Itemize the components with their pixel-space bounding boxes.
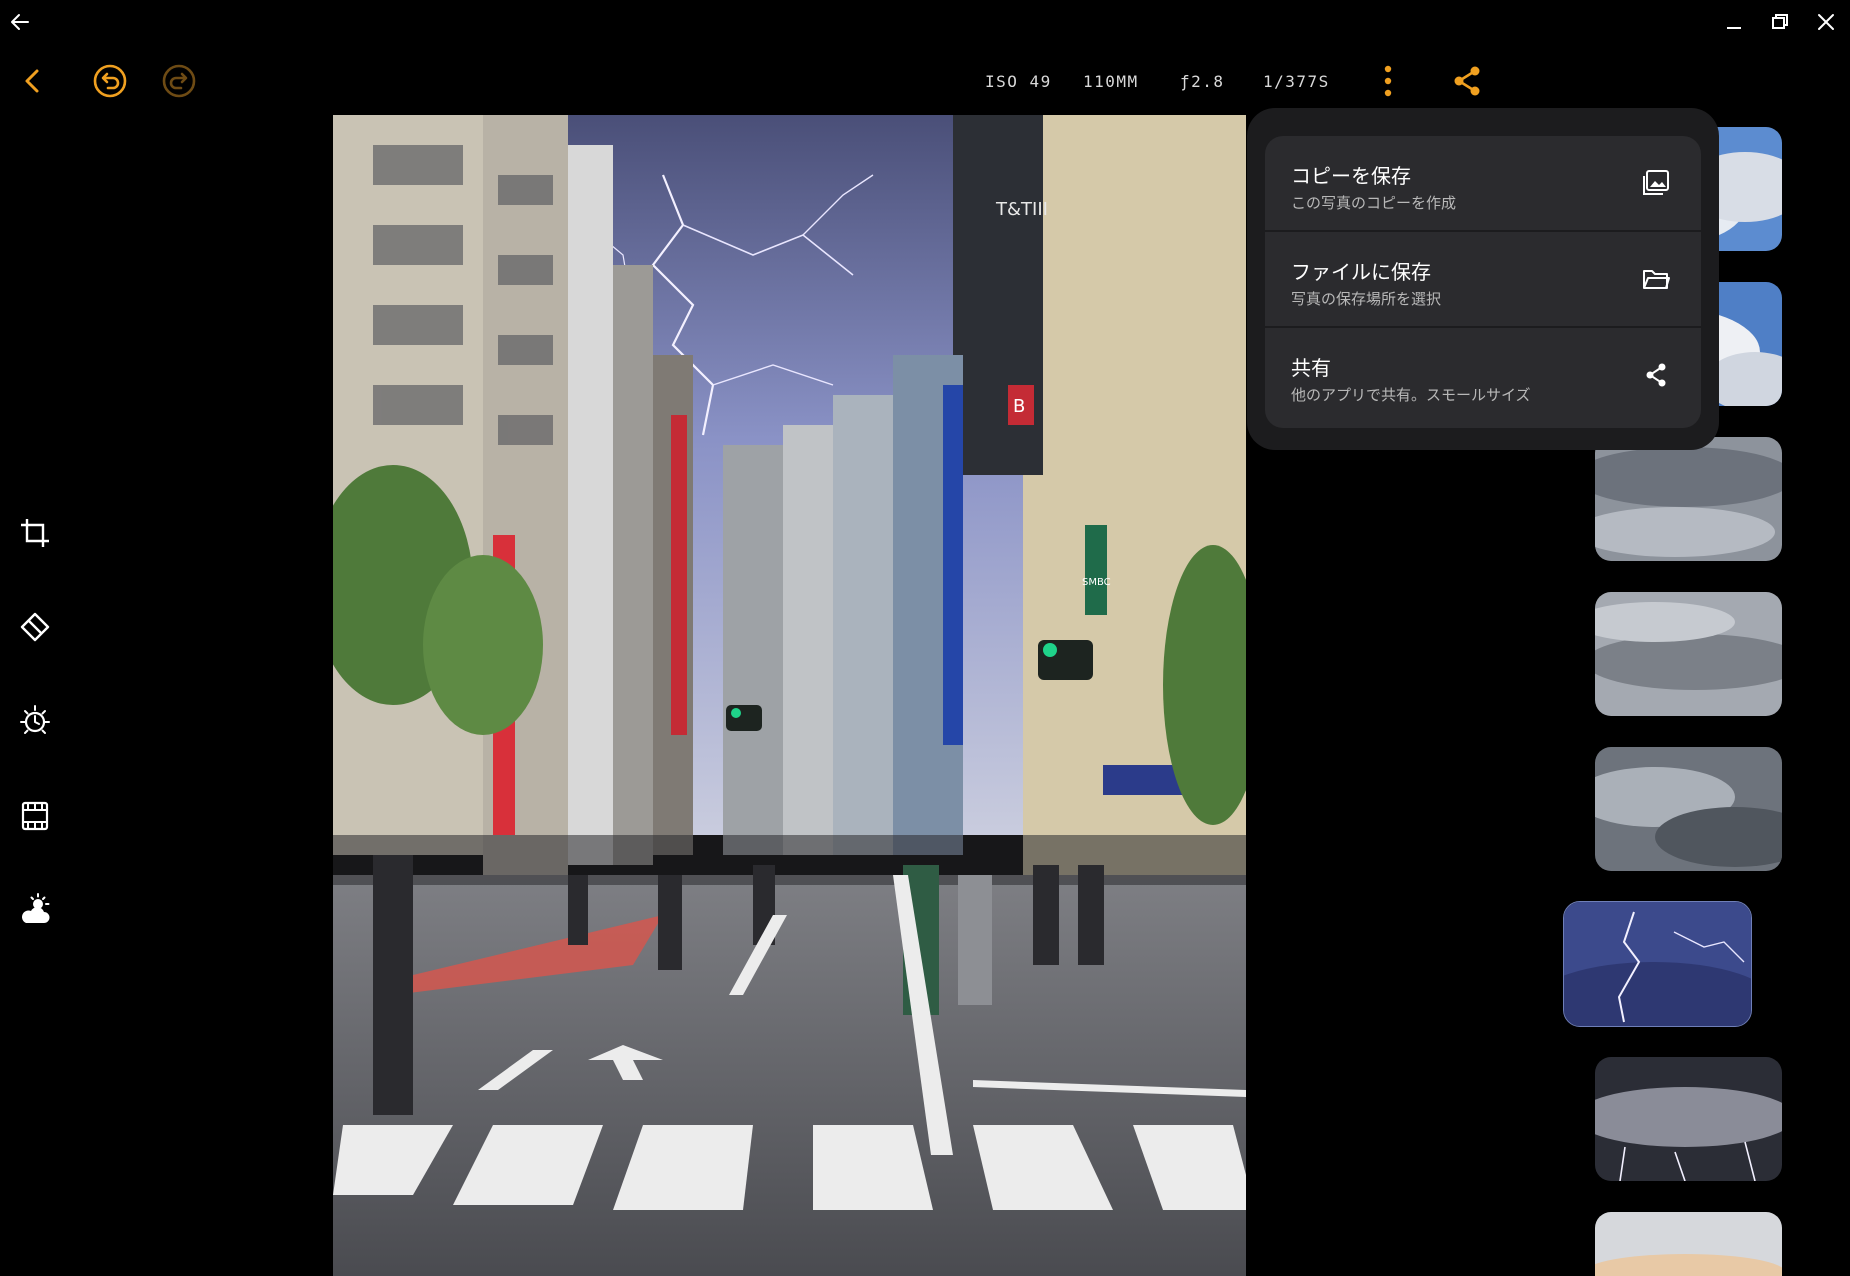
menu-item-subtitle: この写真のコピーを作成 (1291, 194, 1457, 212)
menu-item-subtitle: 写真の保存場所を選択 (1291, 290, 1442, 308)
share-button[interactable] (1448, 62, 1486, 100)
arrow-left-icon (11, 14, 29, 30)
undo-button[interactable] (91, 62, 129, 100)
sky-thumbnail-7[interactable] (1595, 1057, 1782, 1181)
more-options-menu: コピーを保存 この写真のコピーを作成 ファイルに保存 写真の保存場所を選択 共有 (1247, 108, 1719, 450)
window-minimize-button[interactable] (1720, 10, 1748, 34)
sky-thumbnail-6-selected[interactable] (1563, 901, 1752, 1027)
menu-list: コピーを保存 この写真のコピーを作成 ファイルに保存 写真の保存場所を選択 共有 (1265, 136, 1701, 428)
editor-back-button[interactable] (14, 62, 52, 100)
crop-tool-button[interactable] (18, 516, 52, 550)
redo-button[interactable] (160, 62, 198, 100)
more-options-button[interactable] (1370, 62, 1406, 100)
shop-sign-b: B (1013, 396, 1025, 417)
exposure-icon (20, 705, 50, 734)
sky-thumbnail-4[interactable] (1595, 592, 1782, 716)
undo-icon (93, 64, 127, 98)
sky-preview-image (1595, 1057, 1782, 1181)
film-tool-button[interactable] (18, 799, 52, 833)
folder-icon (1643, 270, 1670, 289)
photo-editor-window: ISO 49 110MM ƒ2.8 1/377S T&TIII B SMBC コ… (0, 0, 1850, 1276)
menu-item-save-to-file[interactable]: ファイルに保存 写真の保存場所を選択 (1265, 232, 1701, 326)
crop-icon (21, 519, 49, 547)
window-back-button[interactable] (8, 10, 32, 34)
menu-item-title: コピーを保存 (1291, 164, 1411, 188)
sky-thumbnail-5[interactable] (1595, 747, 1782, 871)
menu-item-subtitle: 他のアプリで共有。スモールサイズ (1291, 386, 1531, 404)
eraser-icon (20, 612, 50, 642)
share-icon (1454, 66, 1480, 96)
window-close-button[interactable] (1812, 10, 1840, 34)
sky-preview-image (1564, 902, 1751, 1026)
weather-icon (22, 893, 50, 923)
street-photo-image: T&TIII B SMBC (333, 115, 1246, 1276)
sky-preview-image (1595, 592, 1782, 716)
chevron-left-icon (25, 69, 39, 93)
sky-thumbnail-8[interactable] (1595, 1212, 1782, 1276)
film-icon (21, 801, 49, 831)
redo-icon (162, 64, 196, 98)
menu-item-share[interactable]: 共有 他のアプリで共有。スモールサイズ (1265, 328, 1701, 428)
eraser-tool-button[interactable] (18, 610, 52, 644)
iso-value: ISO 49 (985, 72, 1052, 91)
main-photo[interactable]: T&TIII B SMBC (333, 115, 1246, 1276)
close-icon (1818, 14, 1834, 30)
minimize-icon (1727, 27, 1741, 29)
sky-preview-image (1595, 1212, 1782, 1276)
sky-replace-tool-button[interactable] (18, 893, 52, 927)
sky-preview-image (1595, 437, 1782, 561)
building-logo-text: T&TIII (995, 199, 1048, 220)
more-vertical-icon (1384, 65, 1392, 97)
menu-item-title: 共有 (1291, 356, 1331, 380)
smbc-sign: SMBC (1082, 577, 1111, 588)
shutter-speed-value: 1/377S (1263, 72, 1330, 91)
window-maximize-button[interactable] (1766, 10, 1794, 34)
menu-item-title: ファイルに保存 (1291, 260, 1431, 284)
menu-item-save-copy[interactable]: コピーを保存 この写真のコピーを作成 (1265, 136, 1701, 230)
sky-preview-image (1595, 747, 1782, 871)
sky-thumbnail-3[interactable] (1595, 437, 1782, 561)
aperture-value: ƒ2.8 (1180, 72, 1225, 91)
maximize-icon (1772, 14, 1788, 29)
focal-length-value: 110MM (1083, 72, 1139, 91)
share-icon (1646, 363, 1666, 387)
exposure-tool-button[interactable] (18, 704, 52, 738)
image-copy-icon (1643, 170, 1669, 195)
